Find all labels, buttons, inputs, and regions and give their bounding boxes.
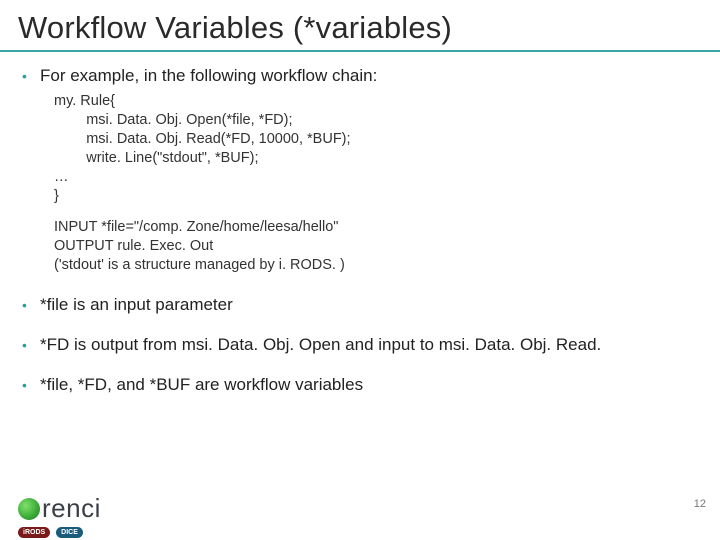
bullet-text: *FD is output from msi. Data. Obj. Open … (40, 335, 601, 355)
renci-text: renci (42, 493, 101, 523)
bullet-item: • *file, *FD, and *BUF are workflow vari… (18, 375, 702, 395)
output-line: OUTPUT rule. Exec. Out (54, 237, 702, 256)
intro-bullet: • For example, in the following workflow… (18, 66, 702, 86)
irods-badge: iRODS (18, 527, 50, 538)
code-line: } (54, 187, 702, 206)
intro-text: For example, in the following workflow c… (40, 66, 377, 86)
bullet-icon: • (18, 66, 40, 86)
bullet-icon: • (18, 295, 40, 315)
page-number: 12 (694, 498, 706, 510)
code-example: my. Rule{ msi. Data. Obj. Open(*file, *F… (54, 92, 702, 206)
bullet-icon: • (18, 375, 40, 395)
bullet-item: • *FD is output from msi. Data. Obj. Ope… (18, 335, 702, 355)
dice-badge: DICE (56, 527, 83, 538)
input-line: INPUT *file="/comp. Zone/home/leesa/hell… (54, 218, 702, 237)
globe-icon (18, 498, 40, 520)
io-block: INPUT *file="/comp. Zone/home/leesa/hell… (54, 218, 702, 275)
bullet-item: • *file is an input parameter (18, 295, 702, 315)
renci-logo: renci (18, 493, 101, 524)
code-line: msi. Data. Obj. Read(*FD, 10000, *BUF); (54, 130, 702, 149)
bullet-text: *file, *FD, and *BUF are workflow variab… (40, 375, 363, 395)
slide-title: Workflow Variables (*variables) (0, 0, 720, 50)
bullet-text: *file is an input parameter (40, 295, 233, 315)
slide-content: • For example, in the following workflow… (0, 66, 720, 395)
code-line: write. Line("stdout", *BUF); (54, 149, 702, 168)
code-line: … (54, 168, 702, 187)
secondary-bullets: • *file is an input parameter • *FD is o… (18, 295, 702, 395)
badge-row: iRODS DICE (18, 527, 83, 538)
slide-footer: 12 renci iRODS DICE (0, 488, 720, 540)
code-line: my. Rule{ (54, 92, 702, 111)
bullet-icon: • (18, 335, 40, 355)
code-line: msi. Data. Obj. Open(*file, *FD); (54, 111, 702, 130)
title-divider (0, 50, 720, 52)
note-line: ('stdout' is a structure managed by i. R… (54, 256, 702, 275)
